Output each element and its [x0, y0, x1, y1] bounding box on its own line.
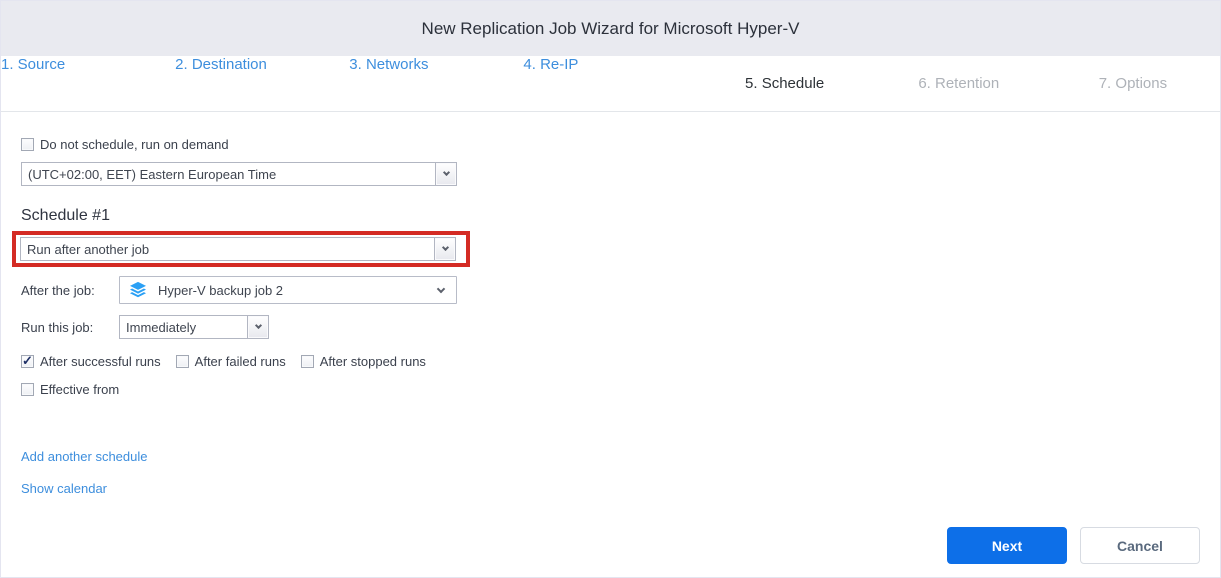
next-button[interactable]: Next — [947, 527, 1067, 564]
tab-retention: 6. Retention — [872, 56, 1046, 111]
add-another-schedule-link[interactable]: Add another schedule — [21, 449, 147, 464]
chevron-down-icon — [437, 284, 445, 292]
run-this-job-row: Run this job: Immediately — [21, 315, 1200, 339]
checkbox-icon[interactable] — [176, 355, 189, 368]
after-stopped-runs-checkbox[interactable]: After stopped runs — [301, 354, 426, 369]
checkbox-icon[interactable] — [21, 383, 34, 396]
cancel-button[interactable]: Cancel — [1080, 527, 1200, 564]
run-this-job-select-value: Immediately — [120, 320, 196, 335]
after-successful-runs-checkbox[interactable]: After successful runs — [21, 354, 161, 369]
after-failed-runs-checkbox[interactable]: After failed runs — [176, 354, 286, 369]
after-job-select-value: Hyper-V backup job 2 — [158, 283, 283, 298]
do-not-schedule-checkbox[interactable]: Do not schedule, run on demand — [21, 137, 1200, 152]
schedule-type-select-value: Run after another job — [21, 242, 149, 257]
after-successful-runs-label: After successful runs — [40, 354, 161, 369]
wizard-footer: Next Cancel — [947, 527, 1200, 564]
after-job-label: After the job: — [21, 283, 119, 298]
wizard-header: New Replication Job Wizard for Microsoft… — [1, 1, 1220, 56]
dropdown-arrow-icon[interactable] — [435, 163, 456, 185]
timezone-select-value: (UTC+02:00, EET) Eastern European Time — [22, 167, 276, 182]
chevron-down-icon — [442, 169, 449, 176]
highlight-box: Run after another job — [12, 231, 470, 267]
tab-networks[interactable]: 3. Networks — [349, 56, 523, 111]
run-conditions-row: After successful runs After failed runs … — [21, 354, 1200, 369]
after-failed-runs-label: After failed runs — [195, 354, 286, 369]
page-title: New Replication Job Wizard for Microsoft… — [422, 19, 800, 39]
wizard-window: New Replication Job Wizard for Microsoft… — [0, 0, 1221, 578]
schedule-heading: Schedule #1 — [21, 207, 1200, 225]
chevron-down-icon — [254, 322, 261, 329]
checkbox-icon[interactable] — [21, 138, 34, 151]
tab-source[interactable]: 1. Source — [1, 56, 175, 111]
checkbox-icon[interactable] — [301, 355, 314, 368]
run-this-job-select[interactable]: Immediately — [119, 315, 269, 339]
schedule-panel: Do not schedule, run on demand (UTC+02:0… — [1, 112, 1220, 496]
tab-re-ip[interactable]: 4. Re-IP — [523, 56, 697, 111]
schedule-type-select[interactable]: Run after another job — [20, 237, 456, 261]
effective-from-label: Effective from — [40, 382, 119, 397]
dropdown-arrow-icon[interactable] — [247, 316, 268, 338]
tab-destination[interactable]: 2. Destination — [175, 56, 349, 111]
after-job-row: After the job: Hyper-V backup job 2 — [21, 276, 1200, 304]
effective-from-checkbox[interactable]: Effective from — [21, 382, 1200, 397]
wizard-step-tabs: 1. Source 2. Destination 3. Networks 4. … — [1, 56, 1220, 112]
timezone-select[interactable]: (UTC+02:00, EET) Eastern European Time — [21, 162, 457, 186]
do-not-schedule-label: Do not schedule, run on demand — [40, 137, 229, 152]
chevron-down-icon — [441, 244, 448, 251]
tab-options: 7. Options — [1046, 56, 1220, 111]
after-stopped-runs-label: After stopped runs — [320, 354, 426, 369]
show-calendar-link[interactable]: Show calendar — [21, 481, 107, 496]
checkbox-icon[interactable] — [21, 355, 34, 368]
after-job-select[interactable]: Hyper-V backup job 2 — [119, 276, 457, 304]
dropdown-arrow-icon[interactable] — [434, 238, 455, 260]
run-this-job-label: Run this job: — [21, 320, 119, 335]
tab-schedule[interactable]: 5. Schedule — [698, 56, 872, 111]
job-stack-icon — [128, 280, 148, 300]
